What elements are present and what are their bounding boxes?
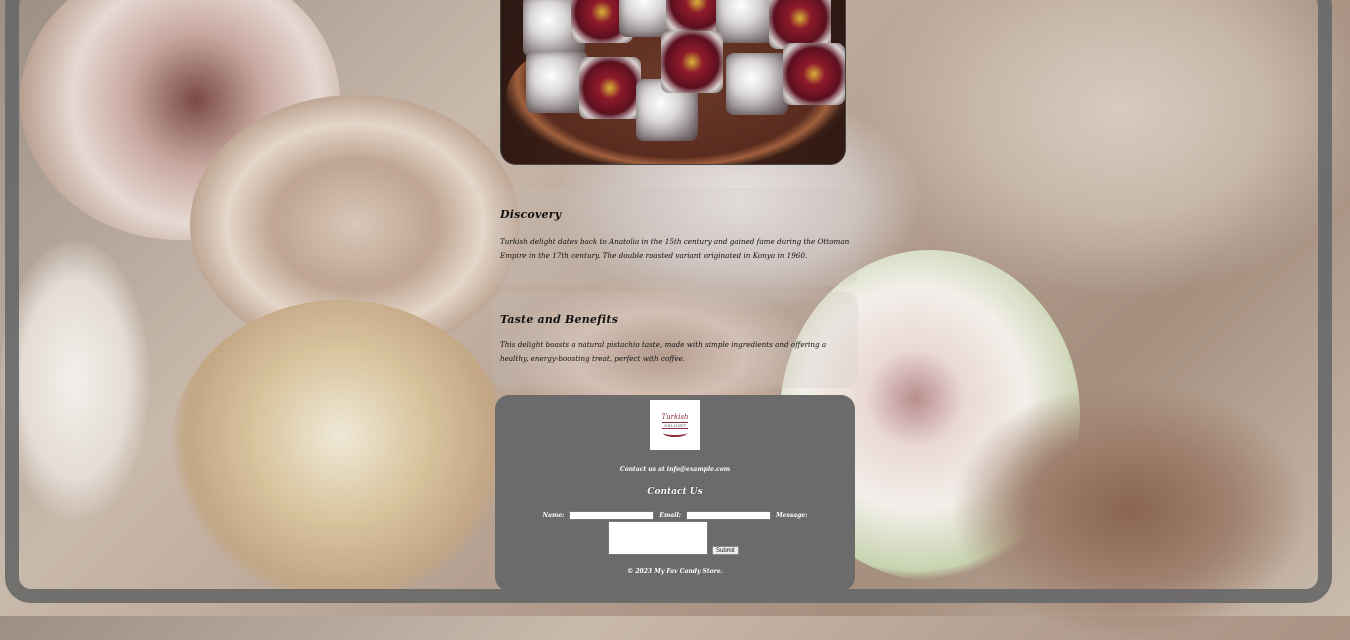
taste-text: This delight boasts a natural pistachio … [500,340,827,363]
turkish-delight-image [500,0,846,165]
contact-form: Name: Email: Message: [495,511,855,520]
background-pastry [170,300,510,600]
candy-cube [661,31,723,93]
logo-text: Turkish [661,413,689,421]
footer: Turkish DELIGHT Contact us at info@examp… [495,395,855,591]
candy-cube [579,57,641,119]
copyright-text: © 2023 My Fav Candy Store. [627,568,723,575]
message-row: Submit [608,521,739,555]
discovery-text: Turkish delight dates back to Anatolia i… [500,237,850,260]
background-pastry [0,240,150,520]
logo-swirl-icon [663,429,687,437]
candy-cube [769,0,831,49]
name-input[interactable] [569,511,655,520]
discovery-title: Discovery [500,208,562,221]
email-label: Email: [659,512,681,519]
email-input[interactable] [686,511,771,520]
candy-cube [726,53,788,115]
candy-cube [783,43,845,105]
logo-band: DELIGHT [662,422,688,429]
contact-title: Contact Us [647,487,703,497]
message-textarea[interactable] [608,521,708,555]
submit-button[interactable]: Submit [712,546,739,555]
store-logo: Turkish DELIGHT [650,400,700,450]
taste-title: Taste and Benefits [500,313,619,326]
background-wood [950,380,1310,640]
name-label: Name: [542,512,565,519]
discovery-section: Discovery Turkish delight dates back to … [492,188,858,286]
taste-section: Taste and Benefits This delight boasts a… [492,292,858,388]
message-label: Message: [776,512,808,519]
contact-email-line: Contact us at info@example.com [619,466,731,473]
